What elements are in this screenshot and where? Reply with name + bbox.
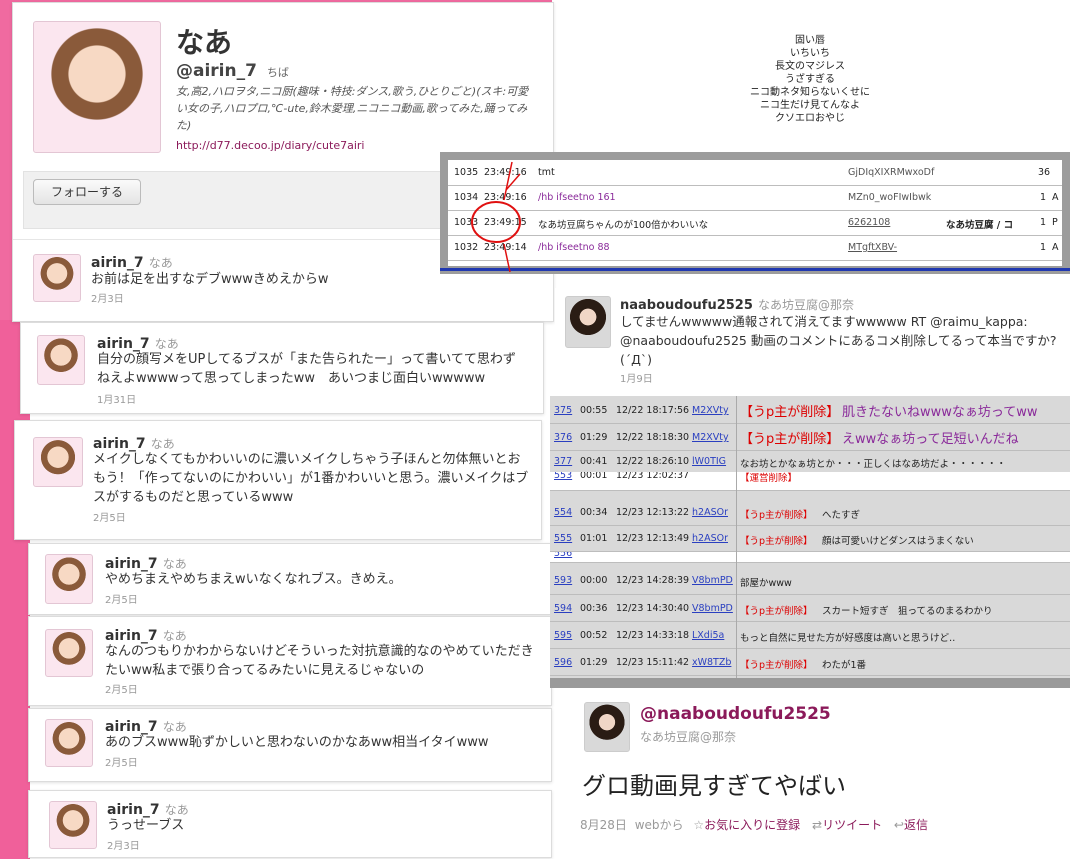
- comment-row: 554 00:34 12/23 12:13:22 h2ASOr 【うp主が削除】 へたすぎ: [550, 500, 1070, 526]
- gray-strip: [550, 678, 1070, 688]
- tweet-text: やめちまえやめちまえwいなくなれブス。きめえ。: [105, 572, 402, 587]
- tweet-date[interactable]: 2月5日: [93, 509, 126, 524]
- tweet-date[interactable]: 1月31日: [97, 391, 136, 406]
- bottom-handle[interactable]: @naaboudoufu2525: [640, 704, 831, 724]
- tweet-card-2: airin_7 なあ メイクしなくてもかわいいのに濃いメイクしちゃう子ほんと勿体…: [14, 420, 542, 540]
- log-row: 1034 23:49:16/hb ifseetno 161 MZn0_woFIwIb…: [448, 185, 1062, 211]
- tweet-card-1: airin_7 なあ 自分の顔写メをUPしてるブスが「また告られたー」って書いて…: [20, 322, 544, 414]
- tweet-date[interactable]: 2月5日: [105, 591, 138, 606]
- bottom-tweet: @naaboudoufu2525 なあ坊豆腐@那奈 グロ動画見すぎてやばい 8月…: [560, 690, 1070, 859]
- log-table: 1035 23:49:16 tmt GjDIqXIXRMwxoDf 36 1034 23:…: [440, 152, 1070, 274]
- tweet-card-5: airin_7 なあ あのブスwww恥ずかしいと思わないのかなあww相当イタイw…: [28, 708, 552, 782]
- tweet-date[interactable]: 2月3日: [107, 837, 140, 852]
- column-divider: [736, 396, 737, 678]
- tweet-avatar: [45, 554, 93, 604]
- tweet-name: なあ: [150, 437, 175, 451]
- location: ちば: [266, 66, 289, 79]
- log-row-highlight: 1033 23:49:15 なあ坊豆腐ちゃんのが100倍かわいいな 6262108 なあ…: [448, 210, 1062, 236]
- tweet-date[interactable]: 8月28日: [580, 818, 627, 832]
- poem-line: 長文のマジレス: [775, 61, 845, 72]
- profile-link[interactable]: http://d77.decoo.jp/diary/cute7airi: [176, 139, 364, 152]
- tweet-name: なあ: [162, 629, 187, 643]
- retweet-icon: ⇄: [812, 818, 823, 832]
- poem-line: ニコ生だけ見てんなよ: [760, 100, 860, 111]
- tweet-date[interactable]: 2月5日: [105, 754, 138, 769]
- handle-text: @airin_7: [176, 61, 257, 81]
- log-row: 103223:49:14/hb ifseetno 88MTgftXBV-1A: [448, 235, 1062, 261]
- tweet-date[interactable]: 1月9日: [620, 370, 653, 385]
- mid-tweet: naaboudoufu2525 なあ坊豆腐@那奈 してませんwwwww通報されて…: [555, 288, 1070, 388]
- tweet-username[interactable]: naaboudoufu2525: [620, 298, 753, 313]
- poem-line: 固い唇: [795, 35, 825, 46]
- comment-row: 555 01:01 12/23 12:13:49 h2ASOr 【うp主が削除】 顔は可愛…: [550, 526, 1070, 552]
- tweet-date[interactable]: 2月5日: [105, 681, 138, 696]
- tweet-text: 自分の顔写メをUPしてるブスが「また告られたー」って書いてて思わず ねえよwww…: [97, 352, 529, 386]
- tweet-avatar: [33, 254, 81, 302]
- favorite-button[interactable]: お気に入りに登録: [704, 818, 800, 832]
- handle: @airin_7 ちば: [176, 61, 289, 81]
- tweet-card-4: airin_7 なあ なんのつもりかわからないけどそういった対抗意識的なのやめて…: [28, 616, 552, 706]
- tweet-name: なあ: [148, 256, 173, 270]
- tweet-avatar: [33, 437, 83, 487]
- tweet-text: メイクしなくてもかわいいのに濃いメイクしちゃう子ほんと勿体無いとおもう！「作って…: [93, 452, 529, 505]
- comment-row: 375 00:55 12/22 18:17:56 M2XVty 【うp主が削除】 肌きたな…: [550, 396, 1070, 424]
- comment-row: 594 00:36 12/23 14:30:40 V8bmPD 【うp主が削除】 スカート…: [550, 596, 1070, 622]
- poem-line: ニコ動ネタ知らないくせに: [750, 87, 870, 98]
- star-icon: ☆: [693, 818, 705, 832]
- profile-avatar: [33, 21, 161, 153]
- bottom-name: なあ坊豆腐@那奈: [640, 730, 737, 744]
- log-row: 1035 23:49:16 tmt GjDIqXIXRMwxoDf 36: [448, 160, 1062, 186]
- tweet-via: webから: [634, 818, 684, 832]
- tweet-date[interactable]: 2月3日: [91, 290, 124, 305]
- tweet-text: してませんwwwww通報されて消えてますwwwww RT @raimu_kapp…: [620, 314, 1057, 367]
- tweet-avatar: [565, 296, 611, 348]
- comment-row: 596 01:29 12/23 15:11:42 xW8TZb 【うp主が削除】 わたが1…: [550, 650, 1070, 676]
- comment-row: 377 00:41 12/22 18:26:10 lW0TIG なお坊とかなぁ坊とか・・…: [550, 450, 1070, 473]
- tweet-username[interactable]: airin_7: [91, 255, 144, 271]
- tweet-card-3: airin_7 なあ やめちまえやめちまえwいなくなれブス。きめえ。 2月5日: [28, 543, 552, 615]
- tweet-name: なあ: [154, 337, 179, 351]
- display-name: なあ: [176, 26, 233, 59]
- bottom-text: グロ動画見すぎてやばい: [582, 772, 846, 800]
- tweet-name: なあ: [162, 557, 187, 571]
- poem-line: うざすぎる: [785, 74, 835, 85]
- comment-table: 375 00:55 12/22 18:17:56 M2XVty 【うp主が削除】 肌きたな…: [550, 396, 1070, 678]
- tweet-name: なあ: [162, 720, 187, 734]
- comment-row-clipped: 556: [550, 552, 1070, 563]
- tweet-avatar: [45, 629, 93, 677]
- tweet-avatar: [37, 335, 85, 385]
- follow-button[interactable]: フォローする: [33, 179, 141, 205]
- red-circle-annotation: [471, 161, 521, 273]
- comment-row: 376 01:29 12/22 18:18:30 M2XVty 【うp主が削除】 えwwな…: [550, 423, 1070, 451]
- tweet-avatar: [49, 801, 97, 849]
- tweet-text: あのブスwww恥ずかしいと思わないのかなあww相当イタイwww: [105, 735, 489, 750]
- comment-row: 595 00:52 12/23 14:33:18 LXdi5a もっと自然に見せた方が好…: [550, 623, 1070, 649]
- tweet-card-6: airin_7 なあ うっせーブス 2月3日: [28, 790, 552, 858]
- retweet-button[interactable]: リツイート: [822, 818, 882, 832]
- reply-button[interactable]: 返信: [904, 818, 928, 832]
- tweet-name: なあ坊豆腐@那奈: [757, 298, 854, 312]
- tweet-actions: 8月28日 webから ☆お気に入りに登録 ⇄リツイート ↩返信: [580, 816, 928, 833]
- comment-row-clipped: 553 00:01 12/23 12:02:37 【運営削除】: [550, 472, 1070, 491]
- bio: 女,高2,ハロヲタ,ニコ厨(趣味・特技:ダンス,歌う,ひとりごと)(スキ:可愛い…: [176, 85, 529, 132]
- comment-row: 593 00:00 12/23 14:28:39 V8bmPD 部屋かwww: [550, 572, 1070, 595]
- poem-line: いちいち: [790, 48, 830, 59]
- tweet-avatar: [584, 702, 630, 752]
- tweet-text: うっせーブス: [107, 818, 185, 833]
- poem-block: 固い唇 いちいち 長文のマジレス うざすぎる ニコ動ネタ知らないくせに ニコ生だ…: [700, 34, 920, 125]
- reply-icon: ↩: [893, 818, 904, 832]
- poem-line: クソエロおやじ: [775, 113, 845, 124]
- tweet-text: なんのつもりかわからないけどそういった対抗意識的なのやめていただきたいww私まで…: [105, 644, 534, 678]
- tweet-name: なあ: [164, 803, 189, 817]
- tweet-avatar: [45, 719, 93, 767]
